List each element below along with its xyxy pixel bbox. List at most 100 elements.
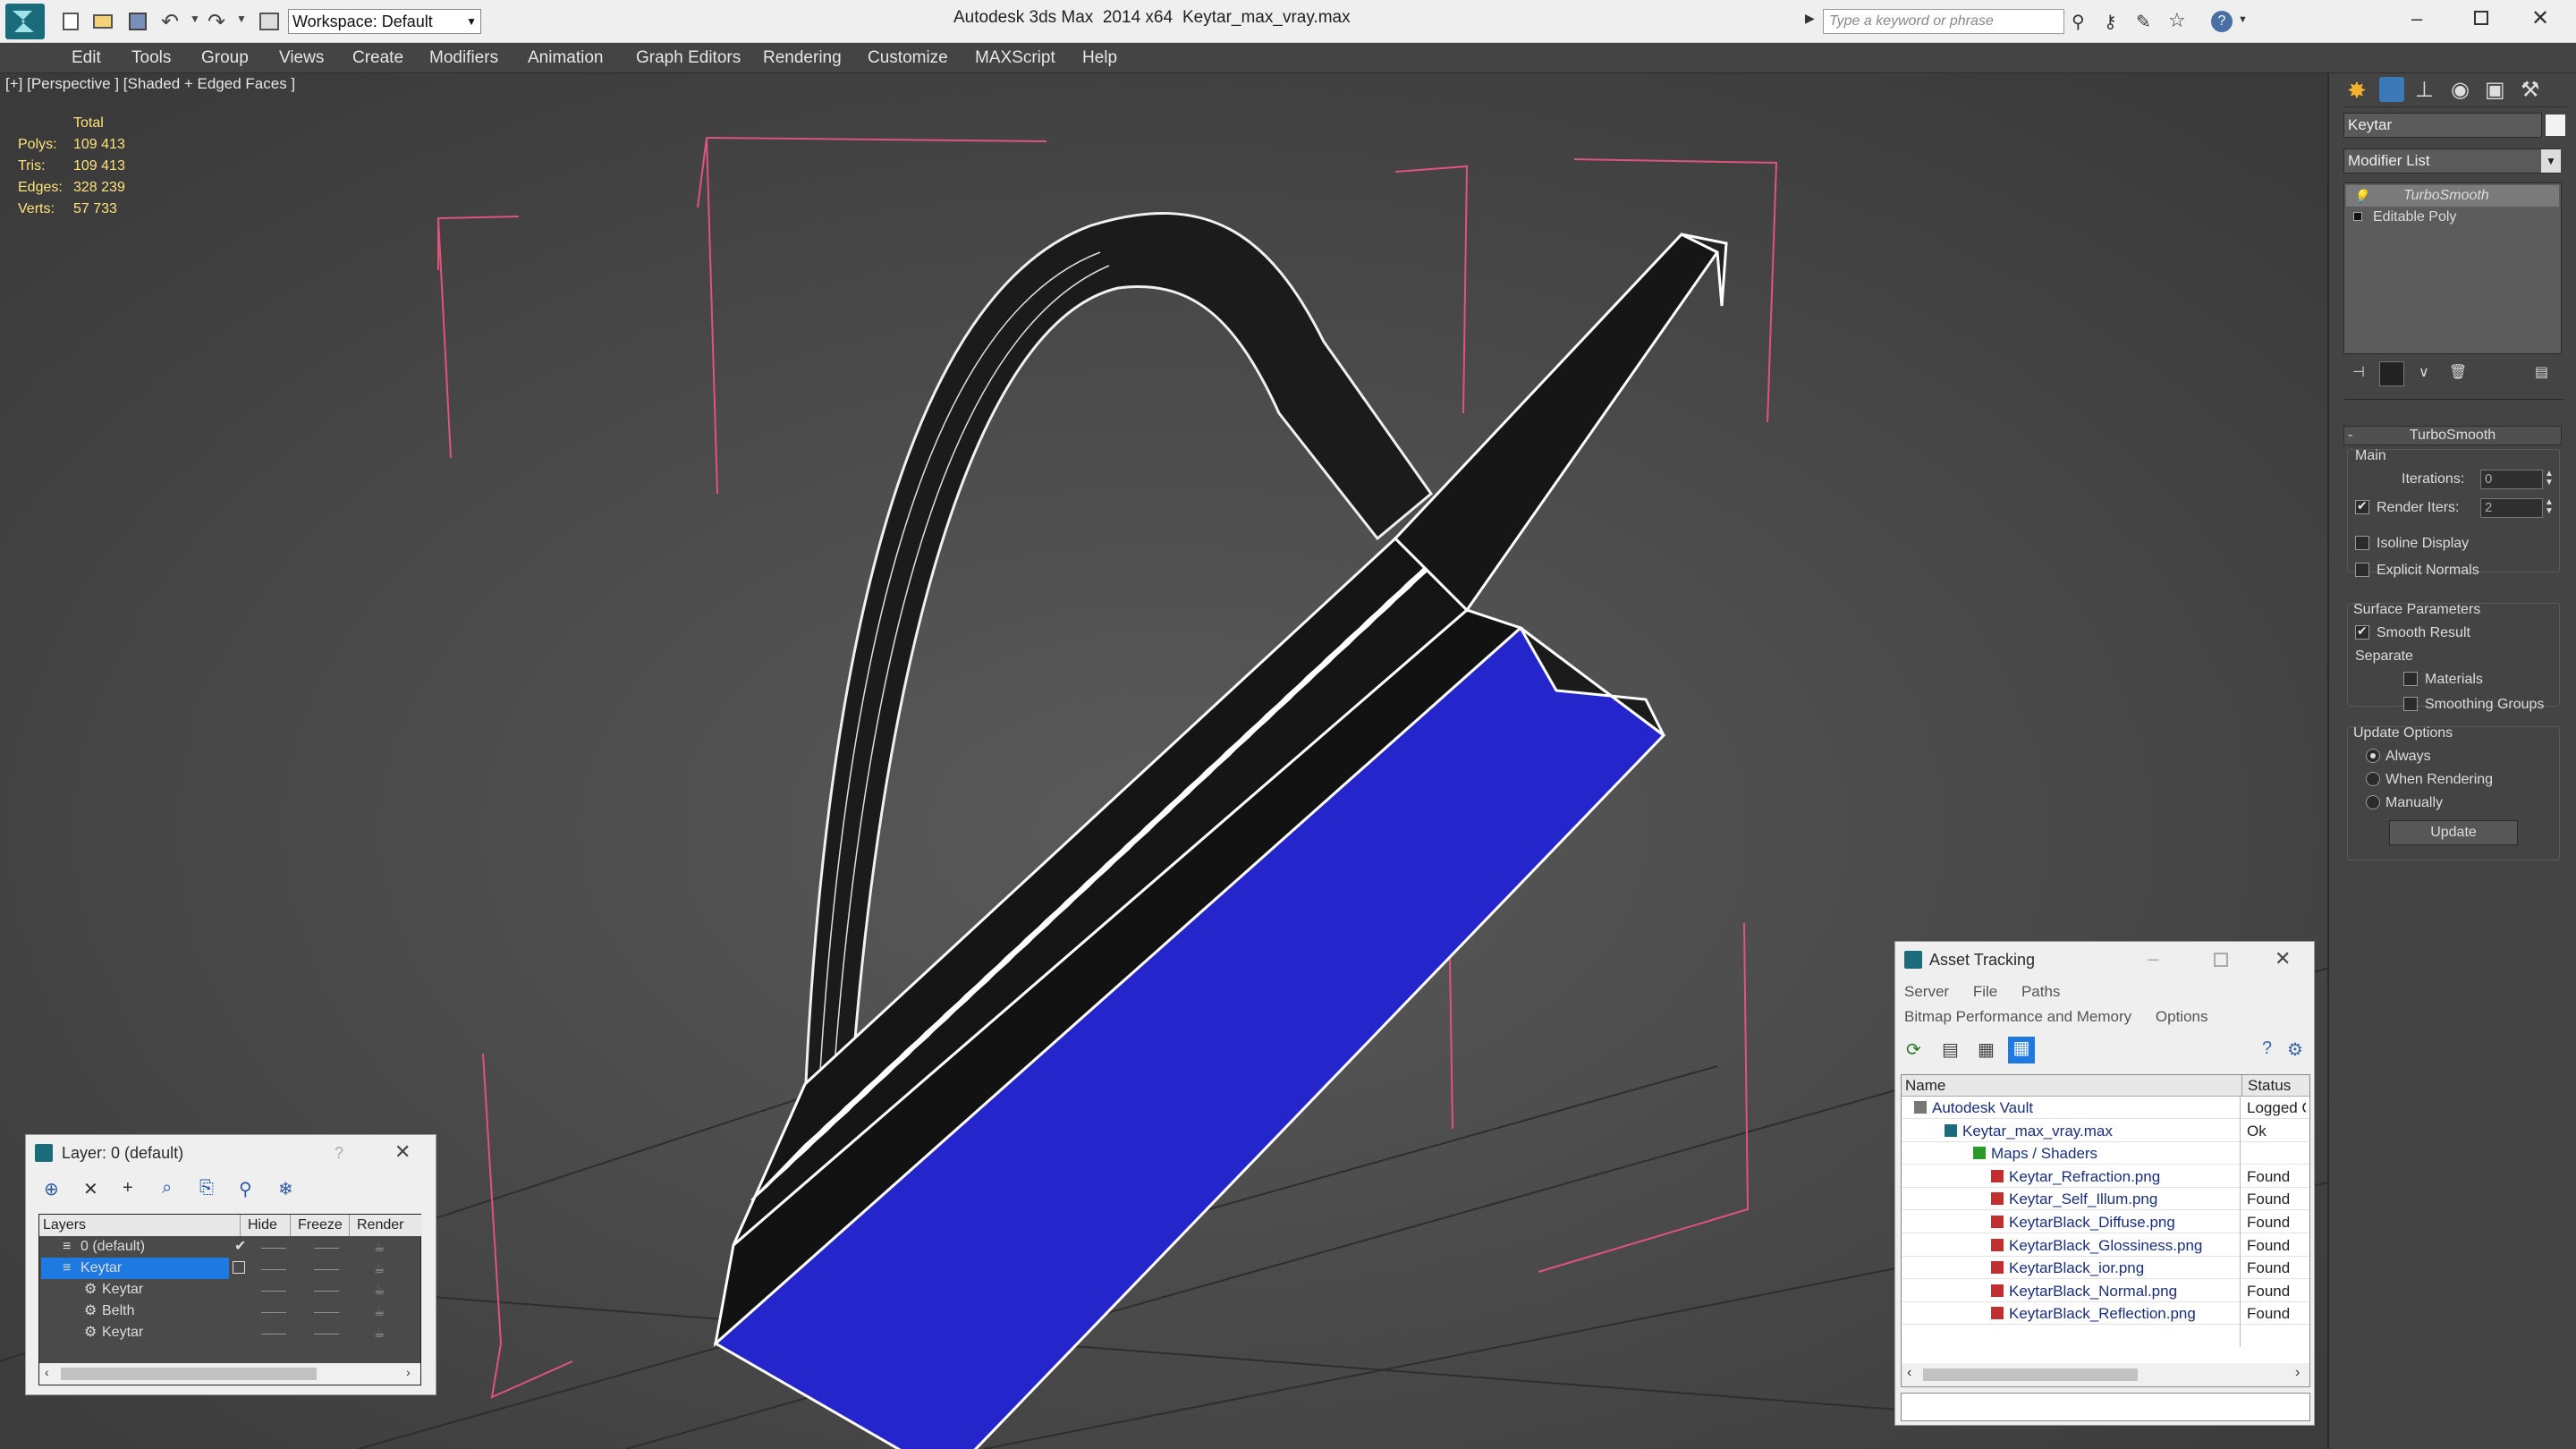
layer-window-title-bar[interactable]: Layer: 0 (default) ? ✕ — [26, 1135, 436, 1171]
scroll-thumb[interactable] — [1923, 1368, 2138, 1381]
explicit-normals-checkbox[interactable] — [2355, 563, 2369, 577]
viewport-label[interactable]: [+] [Perspective ] [Shaded + Edged Faces… — [5, 75, 295, 93]
asset-row[interactable]: KeytarBlack_Normal.png Found — [1902, 1280, 2309, 1302]
scroll-left-icon[interactable]: ‹ — [45, 1365, 49, 1379]
modifier-list-dropdown[interactable]: Modifier List ▼ — [2343, 148, 2561, 174]
asset-row[interactable]: Keytar_max_vray.max Ok — [1902, 1120, 2309, 1142]
communication-icon[interactable]: ✎ — [2136, 11, 2151, 33]
close-icon[interactable]: ✕ — [2275, 947, 2291, 970]
asset-row[interactable]: KeytarBlack_Diffuse.png Found — [1902, 1211, 2309, 1233]
save-icon[interactable] — [129, 13, 147, 30]
binoculars-icon[interactable]: ⚲ — [2072, 11, 2085, 33]
column-name[interactable]: Name — [1905, 1075, 1945, 1097]
menu-tools[interactable]: Tools — [131, 43, 171, 73]
help-button[interactable]: ? — [335, 1144, 343, 1163]
pin-stack-icon[interactable]: ⊣ — [2352, 363, 2365, 381]
hide-all-icon[interactable]: ⚲ — [239, 1178, 252, 1200]
undo-icon[interactable]: ↶ — [161, 9, 179, 35]
project-folder-icon[interactable] — [259, 13, 279, 30]
new-file-icon[interactable] — [63, 13, 79, 30]
menu-modifiers[interactable]: Modifiers — [429, 43, 498, 73]
menu-options[interactable]: Options — [2156, 1008, 2208, 1025]
minimize-icon[interactable]: – — [2148, 947, 2158, 970]
scroll-left-icon[interactable]: ‹ — [1907, 1365, 1911, 1381]
show-end-result-icon[interactable] — [2379, 361, 2404, 386]
asset-row[interactable]: KeytarBlack_Reflection.png Found — [1902, 1302, 2309, 1326]
asset-row[interactable]: KeytarBlack_ior.png Found — [1902, 1257, 2309, 1280]
settings-icon[interactable]: ⚙ — [2287, 1038, 2303, 1061]
column-layers[interactable]: Layers — [43, 1215, 86, 1236]
select-in-layer-icon[interactable]: ⌕ — [162, 1178, 172, 1199]
asset-row[interactable]: Keytar_Self_Illum.png Found — [1902, 1188, 2309, 1211]
column-freeze[interactable]: Freeze — [290, 1215, 343, 1236]
redo-icon[interactable]: ↷ — [208, 9, 225, 35]
asset-window-title-bar[interactable]: Asset Tracking – ✕ — [1895, 942, 2314, 978]
hierarchy-tab-icon[interactable]: ⊥ — [2415, 77, 2434, 103]
horizontal-scrollbar[interactable]: ‹ › — [39, 1363, 420, 1385]
scroll-thumb[interactable] — [61, 1368, 317, 1380]
menu-help[interactable]: Help — [1082, 43, 1117, 73]
menu-graph-editors[interactable]: Graph Editors — [636, 43, 741, 73]
set-current-checkbox[interactable] — [233, 1261, 245, 1274]
asset-path-field[interactable] — [1901, 1393, 2310, 1421]
menu-maxscript[interactable]: MAXScript — [975, 43, 1055, 73]
display-tab-icon[interactable]: ▣ — [2485, 77, 2505, 103]
isoline-display-checkbox[interactable] — [2355, 536, 2369, 550]
menu-animation[interactable]: Animation — [528, 43, 604, 73]
spinner-arrows-icon[interactable]: ▲ ▼ — [2545, 498, 2554, 516]
horizontal-scrollbar[interactable]: ‹ › — [1902, 1363, 2309, 1386]
materials-checkbox[interactable] — [2403, 672, 2418, 686]
asset-row[interactable]: Autodesk Vault Logged Out — [1902, 1097, 2309, 1119]
remove-modifier-icon[interactable]: 🗑 — [2449, 363, 2467, 381]
asset-row[interactable]: Maps / Shaders — [1902, 1142, 2309, 1165]
open-file-icon[interactable] — [93, 14, 113, 29]
update-button[interactable]: Update — [2389, 820, 2518, 845]
highlight-layer-icon[interactable]: ⎘ — [199, 1178, 214, 1199]
asset-row[interactable]: Keytar_Refraction.png Found — [1902, 1165, 2309, 1188]
scroll-right-icon[interactable]: › — [406, 1365, 411, 1379]
favorites-star-icon[interactable]: ☆ — [2168, 9, 2186, 32]
smooth-result-checkbox[interactable] — [2355, 623, 2369, 640]
make-unique-icon[interactable]: ∨ — [2419, 363, 2429, 381]
modifier-stack-item[interactable]: 💡 TurboSmooth — [2346, 185, 2559, 207]
menu-bitmap-performance[interactable]: Bitmap Performance and Memory — [1904, 1008, 2131, 1025]
help-dropdown-icon[interactable]: ▼ — [2238, 14, 2248, 25]
menu-server[interactable]: Server — [1904, 983, 1949, 1000]
create-layer-icon[interactable]: ⊕ — [44, 1178, 59, 1200]
object-name-field[interactable]: Keytar — [2343, 113, 2542, 138]
close-icon[interactable]: ✕ — [394, 1140, 411, 1164]
iterations-spinner[interactable]: 0 — [2480, 470, 2543, 489]
delete-layer-icon[interactable]: ✕ — [83, 1178, 98, 1200]
expand-icon[interactable] — [2353, 212, 2362, 221]
search-input[interactable]: Type a keyword or phrase — [1823, 9, 2064, 34]
layer-state-columns[interactable]: —— —— ☕ —— —— ☕ —— —— ☕ —— —— ☕ —— —— ☕ — [261, 1236, 413, 1343]
asset-row[interactable]: KeytarBlack_Glossiness.png Found — [1902, 1234, 2309, 1257]
close-icon[interactable]: ✕ — [2531, 5, 2549, 31]
minimize-icon[interactable]: – — [2411, 7, 2422, 30]
add-to-layer-icon[interactable]: + — [123, 1178, 133, 1199]
list-view-icon[interactable]: ▤ — [1942, 1038, 1959, 1061]
undo-dropdown-icon[interactable]: ▼ — [190, 13, 200, 25]
freeze-all-icon[interactable]: ❄ — [278, 1178, 293, 1200]
lightbulb-icon[interactable]: 💡 — [2353, 185, 2368, 207]
search-arrow-icon[interactable]: ▶ — [1805, 11, 1815, 26]
menu-views[interactable]: Views — [279, 43, 324, 73]
utilities-tab-icon[interactable]: ⚒ — [2521, 77, 2540, 103]
menu-customize[interactable]: Customize — [868, 43, 948, 73]
table-view-icon[interactable]: ▦ — [2008, 1037, 2035, 1063]
column-hide[interactable]: Hide — [240, 1215, 277, 1236]
configure-modifier-sets-icon[interactable]: ▤ — [2535, 363, 2548, 381]
maximize-icon[interactable] — [2474, 11, 2488, 25]
object-color-swatch[interactable] — [2546, 114, 2565, 136]
scroll-right-icon[interactable]: › — [2295, 1365, 2300, 1381]
manually-radio[interactable] — [2366, 795, 2380, 809]
always-radio[interactable] — [2366, 749, 2380, 763]
maximize-icon[interactable] — [2214, 953, 2228, 967]
menu-file[interactable]: File — [1973, 983, 1997, 1000]
refresh-icon[interactable]: ⟳ — [1906, 1038, 1921, 1061]
column-render[interactable]: Render — [349, 1215, 403, 1236]
render-iters-checkbox[interactable] — [2355, 498, 2369, 514]
modifier-stack-item[interactable]: Editable Poly — [2346, 207, 2559, 228]
rollout-header[interactable]: - TurboSmooth — [2343, 426, 2562, 445]
render-iters-spinner[interactable]: 2 — [2480, 498, 2543, 518]
